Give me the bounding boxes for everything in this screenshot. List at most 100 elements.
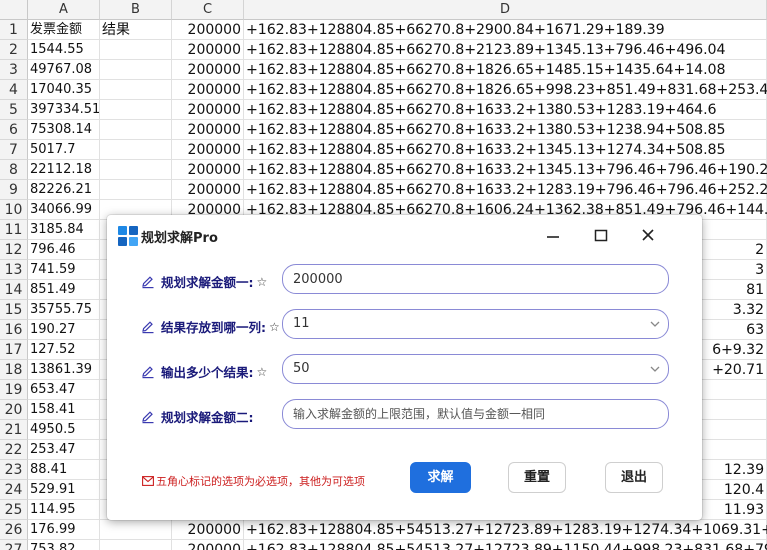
row-header[interactable]: 12 <box>0 240 28 260</box>
row-header[interactable]: 5 <box>0 100 28 120</box>
cell-b[interactable]: 结果 <box>100 20 172 40</box>
maximize-button[interactable] <box>587 223 615 249</box>
row-header[interactable]: 23 <box>0 460 28 480</box>
cell-a[interactable]: 75308.14 <box>28 120 100 140</box>
cell-b[interactable] <box>100 160 172 180</box>
exit-button[interactable]: 退出 <box>605 462 663 493</box>
cell-b[interactable] <box>100 140 172 160</box>
cell-a[interactable]: 653.47 <box>28 380 100 400</box>
cell-b[interactable] <box>100 120 172 140</box>
cell-b[interactable] <box>100 180 172 200</box>
cell-a[interactable]: 253.47 <box>28 440 100 460</box>
row-header[interactable]: 1 <box>0 20 28 40</box>
solve-button[interactable]: 求解 <box>410 462 471 493</box>
cell-d[interactable]: +162.83+128804.85+66270.8+2900.84+1671.2… <box>244 20 767 40</box>
row-header[interactable]: 13 <box>0 260 28 280</box>
row-header[interactable]: 6 <box>0 120 28 140</box>
cell-c[interactable]: 200000 <box>172 140 244 160</box>
row-header[interactable]: 25 <box>0 500 28 520</box>
cell-d[interactable]: +162.83+128804.85+66270.8+1633.2+1380.53… <box>244 120 767 140</box>
chevron-down-icon[interactable] <box>650 319 660 329</box>
row-header[interactable]: 17 <box>0 340 28 360</box>
column-header-d[interactable]: D <box>244 0 767 20</box>
cell-c[interactable]: 200000 <box>172 540 244 550</box>
cell-a[interactable]: 1544.55 <box>28 40 100 60</box>
cell-a[interactable]: 82226.21 <box>28 180 100 200</box>
dialog-titlebar[interactable]: 规划求解Pro <box>107 215 702 257</box>
cell-c[interactable]: 200000 <box>172 180 244 200</box>
cell-c[interactable]: 200000 <box>172 120 244 140</box>
minimize-button[interactable] <box>539 223 567 249</box>
cell-d[interactable]: +162.83+128804.85+54513.27+12723.89+1283… <box>244 520 767 540</box>
cell-a[interactable]: 753.82 <box>28 540 100 550</box>
row-header[interactable]: 15 <box>0 300 28 320</box>
cell-a[interactable]: 5017.7 <box>28 140 100 160</box>
cell-d[interactable]: +162.83+128804.85+66270.8+1633.2+1345.13… <box>244 140 767 160</box>
cell-a[interactable]: 35755.75 <box>28 300 100 320</box>
cell-d[interactable]: +162.83+128804.85+54513.27+12723.89+1150… <box>244 540 767 550</box>
close-button[interactable] <box>634 223 662 249</box>
cell-b[interactable] <box>100 40 172 60</box>
row-header[interactable]: 10 <box>0 200 28 220</box>
cell-a[interactable]: 796.46 <box>28 240 100 260</box>
cell-a[interactable]: 176.99 <box>28 520 100 540</box>
column-header-c[interactable]: C <box>172 0 244 20</box>
cell-d[interactable]: +162.83+128804.85+66270.8+1633.2+1283.19… <box>244 180 767 200</box>
reset-button[interactable]: 重置 <box>508 462 566 493</box>
cell-a[interactable]: 22112.18 <box>28 160 100 180</box>
cell-b[interactable] <box>100 100 172 120</box>
row-header[interactable]: 18 <box>0 360 28 380</box>
cell-c[interactable]: 200000 <box>172 20 244 40</box>
row-header[interactable]: 11 <box>0 220 28 240</box>
count-select[interactable]: 50 <box>282 354 669 384</box>
row-header[interactable]: 4 <box>0 80 28 100</box>
cell-a[interactable]: 34066.99 <box>28 200 100 220</box>
cell-d[interactable]: +162.83+128804.85+66270.8+2123.89+1345.1… <box>244 40 767 60</box>
amount2-input-box[interactable] <box>282 399 669 429</box>
row-header[interactable]: 7 <box>0 140 28 160</box>
cell-d[interactable]: +162.83+128804.85+66270.8+1633.2+1345.13… <box>244 160 767 180</box>
cell-a[interactable]: 158.41 <box>28 400 100 420</box>
cell-c[interactable]: 200000 <box>172 160 244 180</box>
cell-a[interactable]: 741.59 <box>28 260 100 280</box>
row-header[interactable]: 14 <box>0 280 28 300</box>
cell-a[interactable]: 17040.35 <box>28 80 100 100</box>
cell-c[interactable]: 200000 <box>172 80 244 100</box>
cell-c[interactable]: 200000 <box>172 100 244 120</box>
row-header[interactable]: 16 <box>0 320 28 340</box>
cell-a[interactable]: 49767.08 <box>28 60 100 80</box>
column-header-b[interactable]: B <box>100 0 172 20</box>
cell-b[interactable] <box>100 540 172 550</box>
cell-d[interactable]: +162.83+128804.85+66270.8+1633.2+1380.53… <box>244 100 767 120</box>
row-header[interactable]: 9 <box>0 180 28 200</box>
row-header[interactable]: 19 <box>0 380 28 400</box>
cell-d[interactable]: +162.83+128804.85+66270.8+1826.65+998.23… <box>244 80 767 100</box>
row-header[interactable]: 27 <box>0 540 28 550</box>
chevron-down-icon[interactable] <box>650 364 660 374</box>
cell-a[interactable]: 4950.5 <box>28 420 100 440</box>
cell-a[interactable]: 190.27 <box>28 320 100 340</box>
select-all-corner[interactable] <box>0 0 28 20</box>
cell-c[interactable]: 200000 <box>172 40 244 60</box>
cell-a[interactable]: 13861.39 <box>28 360 100 380</box>
column-header-a[interactable]: A <box>28 0 100 20</box>
cell-a[interactable]: 529.91 <box>28 480 100 500</box>
amount1-input-box[interactable] <box>282 264 669 294</box>
cell-a[interactable]: 3185.84 <box>28 220 100 240</box>
cell-a[interactable]: 851.49 <box>28 280 100 300</box>
cell-d[interactable]: +162.83+128804.85+66270.8+1826.65+1485.1… <box>244 60 767 80</box>
cell-a[interactable]: 88.41 <box>28 460 100 480</box>
amount1-input[interactable] <box>293 265 658 293</box>
row-header[interactable]: 22 <box>0 440 28 460</box>
row-header[interactable]: 8 <box>0 160 28 180</box>
row-header[interactable]: 2 <box>0 40 28 60</box>
row-header[interactable]: 21 <box>0 420 28 440</box>
cell-b[interactable] <box>100 60 172 80</box>
cell-b[interactable] <box>100 80 172 100</box>
result-col-select[interactable]: 11 <box>282 309 669 339</box>
cell-a[interactable]: 397334.51 <box>28 100 100 120</box>
cell-a[interactable]: 127.52 <box>28 340 100 360</box>
amount2-input[interactable] <box>293 400 658 428</box>
row-header[interactable]: 3 <box>0 60 28 80</box>
cell-a[interactable]: 114.95 <box>28 500 100 520</box>
